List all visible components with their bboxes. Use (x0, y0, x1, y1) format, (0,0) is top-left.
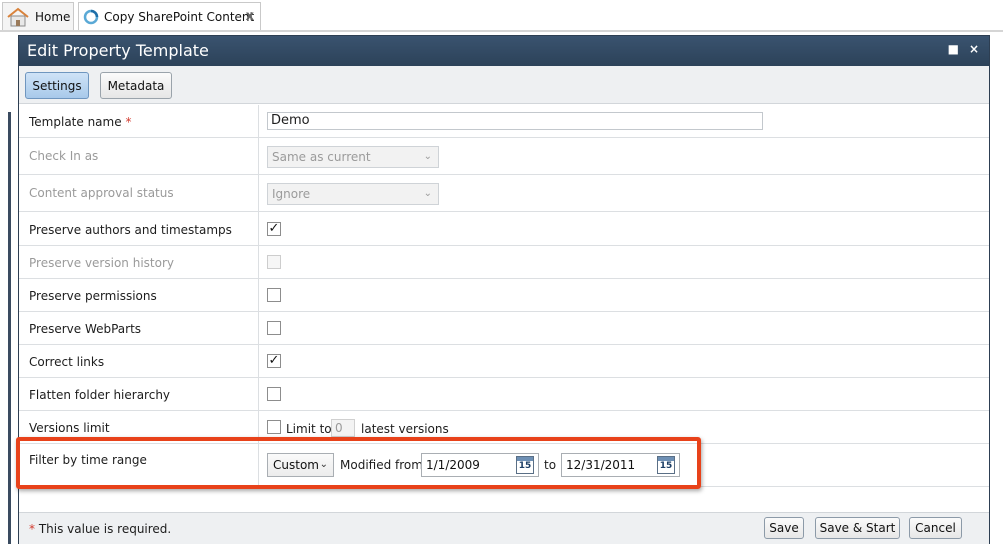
home-icon (7, 7, 29, 26)
row-check-in: Check In as Same as current ⌄ (19, 138, 989, 175)
template-name-input[interactable]: Demo (267, 112, 763, 130)
checkmark-icon: ✓ (268, 353, 280, 368)
latest-versions-label: latest versions (361, 422, 449, 436)
tab-copy-label: Copy SharePoint Content (104, 9, 255, 24)
preserve-webparts-label: Preserve WebParts (29, 322, 142, 336)
maximize-icon[interactable]: ■ (948, 42, 959, 56)
dialog-title: Edit Property Template (27, 41, 209, 60)
template-name-label: Template name * (29, 115, 132, 129)
tab-metadata[interactable]: Metadata (100, 72, 172, 99)
content-approval-label: Content approval status (29, 186, 174, 200)
correct-links-checkbox[interactable]: ✓ (267, 354, 281, 368)
dialog-titlebar[interactable]: Edit Property Template ■ × (19, 36, 989, 66)
chevron-down-icon: ⌄ (423, 151, 432, 162)
row-template-name: Template name * Demo (19, 105, 989, 138)
tab-settings[interactable]: Settings (25, 72, 89, 99)
row-preserve-permissions: Preserve permissions (19, 279, 989, 312)
row-correct-links: Correct links ✓ (19, 345, 989, 378)
tab-home[interactable]: Home (2, 2, 74, 30)
preserve-permissions-label: Preserve permissions (29, 289, 157, 303)
row-preserve-authors: Preserve authors and timestamps ✓ (19, 212, 989, 246)
loading-icon (83, 9, 99, 24)
preserve-webparts-checkbox[interactable] (267, 321, 281, 335)
chevron-down-icon: ⌄ (423, 188, 432, 199)
save-and-start-button[interactable]: Save & Start (815, 517, 900, 539)
save-button[interactable]: Save (764, 517, 804, 539)
correct-links-label: Correct links (29, 355, 105, 369)
row-flatten-folder: Flatten folder hierarchy (19, 378, 989, 411)
limit-to-label: Limit to (286, 422, 332, 436)
row-content-approval: Content approval status Ignore ⌄ (19, 175, 989, 212)
dialog-toolbar: Settings Metadata (19, 66, 989, 104)
flatten-folder-label: Flatten folder hierarchy (29, 388, 171, 402)
cancel-button[interactable]: Cancel (909, 517, 962, 539)
versions-limit-label: Versions limit (29, 421, 110, 435)
preserve-authors-label: Preserve authors and timestamps (29, 223, 232, 237)
required-star: * (125, 115, 132, 129)
row-preserve-version-history: Preserve version history (19, 246, 989, 279)
check-in-label: Check In as (29, 149, 99, 163)
versions-limit-checkbox[interactable] (267, 420, 281, 434)
content-approval-select: Ignore ⌄ (267, 183, 439, 205)
required-note: * This value is required. (29, 522, 172, 536)
tab-divider (0, 30, 1003, 32)
preserve-version-checkbox (267, 255, 281, 269)
tab-copy-sharepoint-content[interactable]: Copy SharePoint Content x (78, 2, 261, 30)
background-frame (8, 112, 16, 544)
check-in-select: Same as current ⌄ (267, 146, 439, 168)
dialog-footer: * This value is required. Save Save & St… (19, 512, 989, 544)
tab-close-icon[interactable]: x (246, 9, 254, 24)
checkmark-icon: ✓ (268, 221, 280, 236)
preserve-authors-checkbox[interactable]: ✓ (267, 222, 281, 236)
versions-limit-input: 0 (331, 419, 355, 437)
preserve-permissions-checkbox[interactable] (267, 288, 281, 302)
tab-strip: Home Copy SharePoint Content x (0, 0, 1003, 33)
highlight-annotation-box (16, 437, 701, 489)
check-in-value: Same as current (272, 150, 371, 164)
row-preserve-webparts: Preserve WebParts (19, 312, 989, 345)
content-approval-value: Ignore (272, 187, 311, 201)
preserve-version-label: Preserve version history (29, 256, 174, 270)
flatten-folder-checkbox[interactable] (267, 387, 281, 401)
tab-home-label: Home (35, 9, 71, 24)
close-icon[interactable]: × (969, 42, 979, 56)
